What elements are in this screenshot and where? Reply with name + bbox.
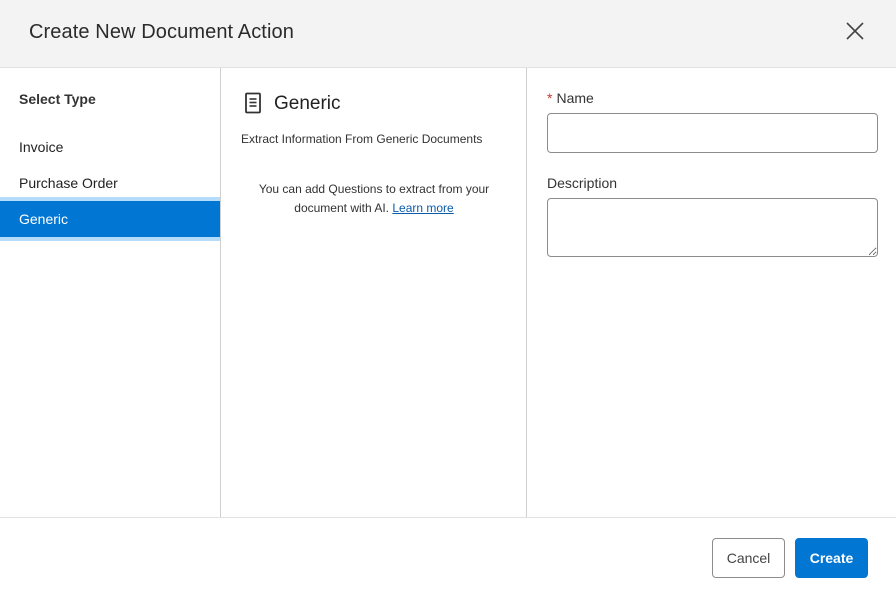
- close-icon[interactable]: [843, 19, 867, 43]
- description-input[interactable]: [547, 198, 878, 257]
- dialog-title: Create New Document Action: [29, 21, 294, 43]
- select-type-heading: Select Type: [19, 91, 96, 107]
- required-marker: *: [547, 90, 553, 106]
- type-details-panel: Generic Extract Information From Generic…: [221, 68, 527, 517]
- name-label: * Name: [547, 90, 594, 106]
- type-description: Extract Information From Generic Documen…: [241, 132, 483, 146]
- ai-hint: You can add Questions to extract from yo…: [241, 180, 507, 218]
- dialog-header: Create New Document Action: [0, 0, 896, 68]
- create-document-action-dialog: Create New Document Action Select Type I…: [0, 0, 896, 595]
- form-panel: * Name Description: [527, 68, 896, 517]
- name-label-text: Name: [556, 90, 594, 106]
- type-title: Generic: [274, 93, 341, 114]
- create-button[interactable]: Create: [795, 538, 868, 578]
- name-input[interactable]: [547, 113, 878, 153]
- cancel-button[interactable]: Cancel: [712, 538, 785, 578]
- learn-more-link[interactable]: Learn more: [392, 201, 453, 215]
- document-icon: [243, 92, 263, 114]
- type-selector-panel: Select Type Invoice Purchase Order Gener…: [0, 68, 221, 517]
- type-item-purchase-order[interactable]: Purchase Order: [0, 165, 220, 201]
- type-item-invoice[interactable]: Invoice: [0, 129, 220, 165]
- description-label: Description: [547, 175, 618, 191]
- type-item-generic[interactable]: Generic: [0, 197, 220, 241]
- ai-hint-text: You can add Questions to extract from yo…: [258, 182, 490, 215]
- dialog-footer: Cancel Create: [0, 517, 896, 595]
- dialog-body: Select Type Invoice Purchase Order Gener…: [0, 68, 896, 517]
